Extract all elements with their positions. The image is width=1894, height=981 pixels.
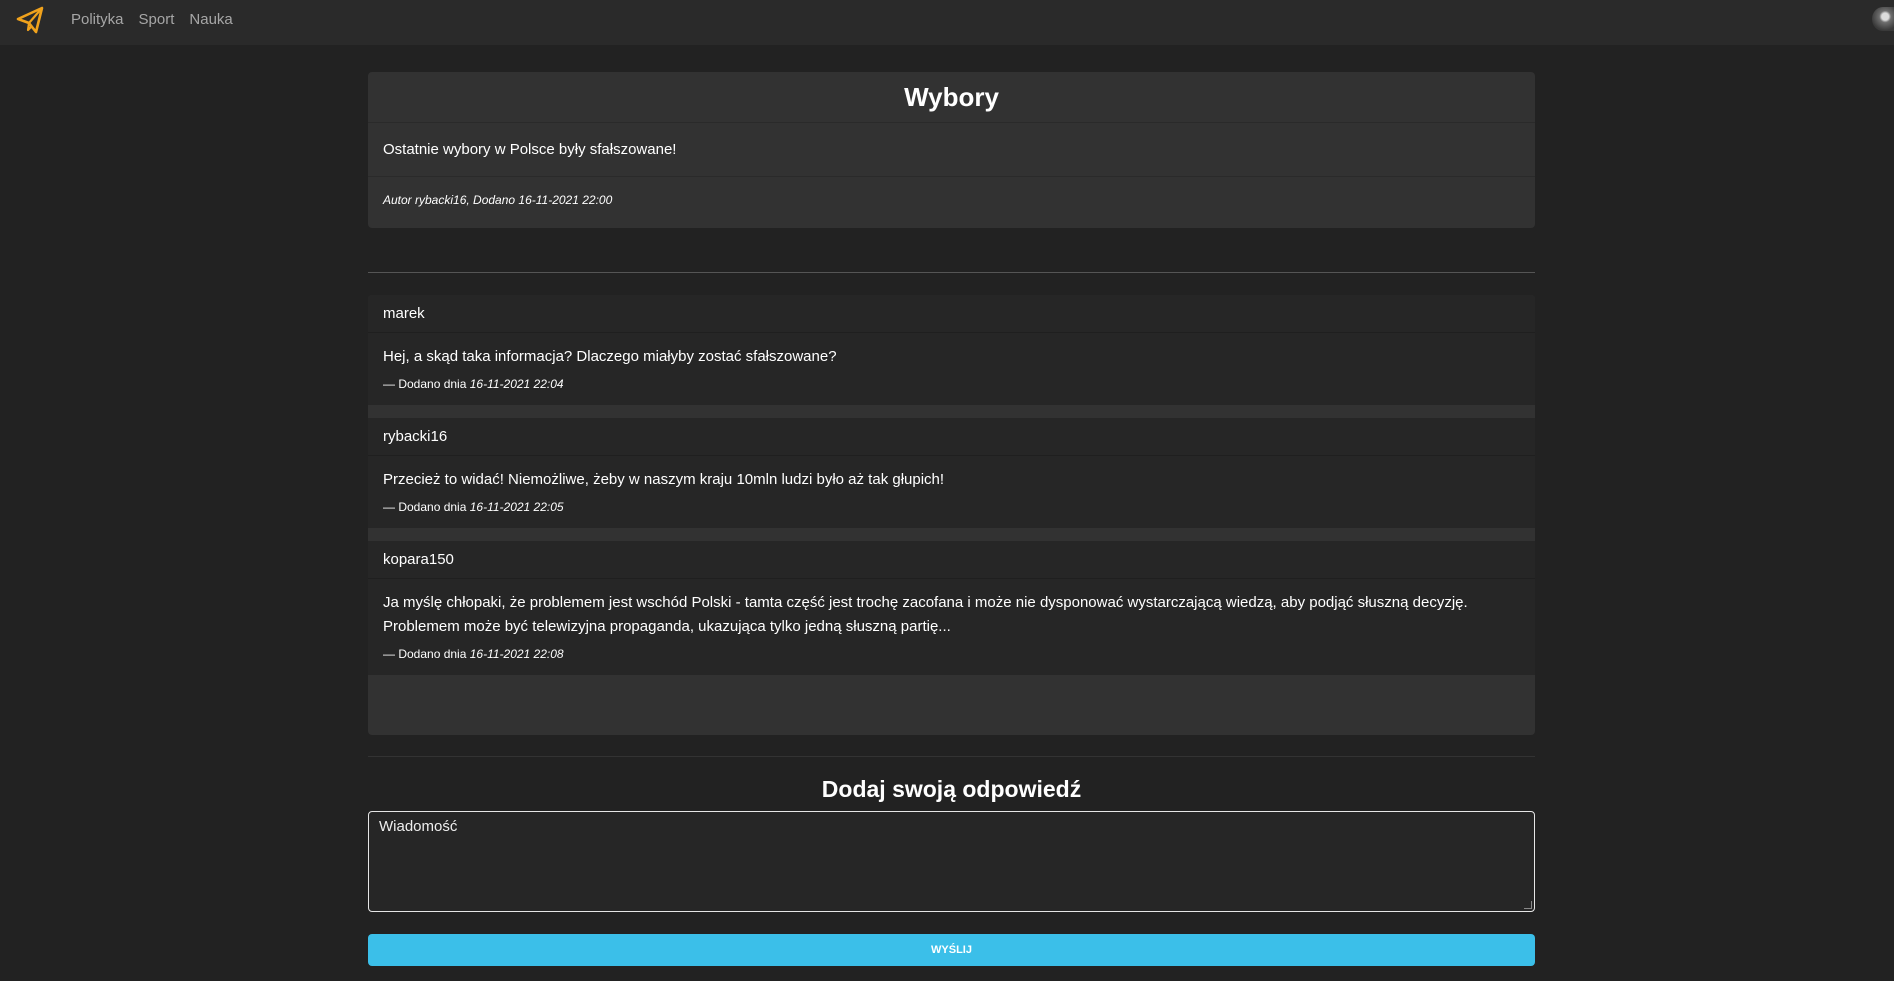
comment-footer: — Dodano dnia 16-11-2021 22:08: [368, 639, 1535, 675]
comment-body: Przecież to widać! Niemożliwe, żeby w na…: [383, 471, 945, 488]
post-body: Ostatnie wybory w Polsce były sfałszowan…: [368, 123, 1535, 177]
comments-list: marek Hej, a skąd taka informacja? Dlacz…: [368, 295, 1535, 735]
nav-link-nauka[interactable]: Nauka: [189, 11, 232, 28]
nav-link-sport[interactable]: Sport: [139, 11, 175, 28]
comment-added-label: — Dodano dnia: [383, 500, 467, 514]
comment-date: 16-11-2021 22:04: [469, 377, 564, 391]
nav-link-polityka[interactable]: Polityka: [71, 11, 124, 28]
post-card: Wybory Ostatnie wybory w Polsce były sfa…: [368, 72, 1535, 228]
paper-plane-icon[interactable]: [15, 5, 45, 35]
comment-date: 16-11-2021 22:08: [469, 647, 564, 661]
comment-item: marek Hej, a skąd taka informacja? Dlacz…: [368, 295, 1535, 405]
comment-date: 16-11-2021 22:05: [469, 500, 564, 514]
comment-footer: — Dodano dnia 16-11-2021 22:04: [368, 369, 1535, 405]
message-placeholder: Wiadomość: [379, 818, 458, 835]
section-divider: [368, 272, 1535, 273]
post-meta: Autor rybacki16, Dodano 16-11-2021 22:00: [383, 192, 613, 207]
comment-item: rybacki16 Przecież to widać! Niemożliwe,…: [368, 418, 1535, 528]
resize-handle[interactable]: [1524, 901, 1532, 909]
comment-item: kopara150 Ja myślę chłopaki, że probleme…: [368, 541, 1535, 675]
comment-author: rybacki16: [368, 418, 1535, 456]
post-title: Wybory: [368, 72, 1535, 123]
nav-links: Polityka Sport Nauka: [71, 0, 248, 38]
send-button[interactable]: WYŚLIJ: [368, 934, 1535, 966]
top-navbar: Polityka Sport Nauka: [0, 0, 1894, 45]
comment-footer: — Dodano dnia 16-11-2021 22:05: [368, 492, 1535, 528]
comment-author: marek: [368, 295, 1535, 333]
comment-body: Hej, a skąd taka informacja? Dlaczego mi…: [383, 348, 837, 365]
reply-title: Dodaj swoją odpowiedź: [821, 776, 1082, 802]
comment-added-label: — Dodano dnia: [383, 647, 467, 661]
comment-author: kopara150: [368, 541, 1535, 579]
comment-added-label: — Dodano dnia: [383, 377, 467, 391]
section-divider: [368, 756, 1535, 757]
comment-body: Ja myślę chłopaki, że problemem jest wsc…: [383, 594, 1468, 635]
user-avatar[interactable]: [1872, 7, 1894, 31]
message-textarea[interactable]: Wiadomość: [368, 811, 1535, 912]
